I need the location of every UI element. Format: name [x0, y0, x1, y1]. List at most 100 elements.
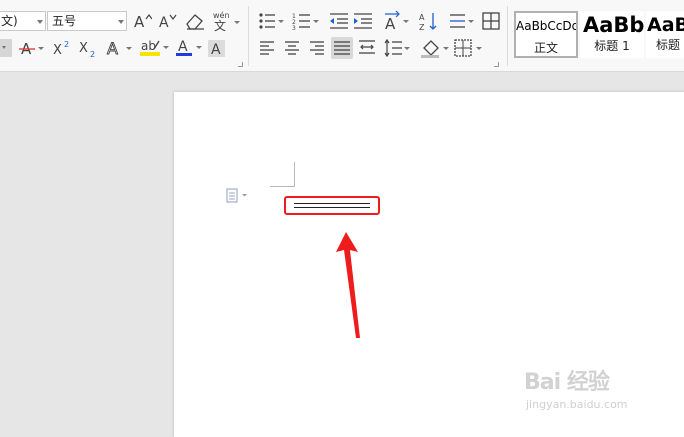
justify-button[interactable] [331, 37, 353, 59]
svg-text:A: A [107, 39, 118, 58]
svg-text:A: A [385, 15, 396, 33]
chevron-down-icon [118, 20, 124, 24]
chevron-down-icon [37, 20, 43, 24]
svg-text:X: X [53, 43, 62, 58]
paragraph-layout-icon [226, 188, 247, 203]
styles-gallery: AaBbCcDd 正文 AaBb 标题 1 AaB 标题 [513, 11, 684, 59]
chevron-down-icon [2, 46, 6, 49]
shading-button[interactable] [420, 37, 450, 59]
margin-corner-marker [270, 162, 295, 187]
clear-formatting-button[interactable] [184, 11, 206, 31]
svg-text:A: A [419, 13, 425, 22]
phonetic-guide-button[interactable]: wén 文 [212, 10, 240, 32]
bullets-button[interactable] [257, 10, 285, 32]
svg-text:X: X [79, 41, 88, 56]
font-size-value: 五号 [52, 14, 77, 28]
eraser-icon [186, 14, 204, 30]
watermark-url: jingyan.baidu.com [526, 398, 628, 411]
phonetic-guide-icon: wén文 [213, 10, 240, 32]
double-line-top [294, 203, 370, 204]
watermark-brand: Bai 经验 [524, 370, 610, 395]
font-name-dropdown[interactable] [34, 11, 46, 31]
svg-text:A: A [134, 13, 145, 31]
numbering-button[interactable]: 123 [292, 10, 320, 32]
align-justify-icon [334, 41, 350, 55]
align-right-icon [310, 41, 324, 55]
subscript-button[interactable]: X2 [78, 38, 98, 58]
align-left-button[interactable] [258, 38, 276, 58]
numbered-list-icon: 123 [292, 13, 319, 32]
style-heading-1[interactable]: AaBb 标题 1 [580, 11, 644, 58]
font-size-select[interactable]: 五号 [47, 11, 127, 31]
double-line-bottom [294, 207, 370, 208]
sort-button[interactable]: AZ [418, 10, 440, 32]
ribbon-toolbar: 文) 五号 A A wén 文 A X2 X2 A ab A A 1 2 3 A… [0, 0, 684, 72]
line-spacing-icon [450, 14, 474, 28]
strikethrough-icon: A [19, 40, 44, 58]
style-name: 正文 [533, 41, 558, 55]
indent-icon [354, 13, 372, 29]
style-normal[interactable]: AaBbCcDd 正文 [514, 11, 578, 58]
style-heading[interactable]: AaB 标题 [646, 11, 684, 58]
text-effect-button[interactable]: A [106, 38, 134, 58]
svg-text:2: 2 [64, 40, 69, 49]
font-dropdown-toggle[interactable] [0, 39, 12, 57]
subscript-icon: X2 [79, 41, 95, 58]
annotation-highlight-box [284, 196, 380, 215]
style-name: 标题 1 [594, 39, 630, 53]
highlight-color-button[interactable]: ab [140, 37, 170, 59]
borders-icon [454, 39, 482, 57]
line-spacing-icon [384, 38, 410, 58]
svg-text:A: A [178, 39, 188, 55]
align-center-icon [285, 41, 299, 55]
font-name-value: 文) [1, 14, 18, 28]
svg-text:A: A [211, 42, 221, 58]
table-grid-icon [482, 12, 500, 30]
grow-font-button[interactable]: A [132, 11, 152, 31]
divider [248, 6, 249, 66]
strikethrough-button[interactable]: A [19, 38, 45, 58]
svg-text:A: A [159, 15, 169, 31]
sort-icon: AZ [419, 13, 437, 32]
paint-bucket-icon [421, 40, 449, 58]
bullet-list-icon [259, 13, 284, 29]
grow-font-icon: A [134, 13, 152, 31]
show-hide-marks-button[interactable] [481, 10, 501, 32]
font-color-button[interactable]: A [175, 37, 203, 59]
watermark: Bai 经验 jingyan.baidu.com [520, 364, 680, 420]
character-shading-button[interactable]: A [206, 38, 228, 58]
text-effect-icon: A [107, 39, 132, 58]
shrink-font-button[interactable]: A [157, 11, 177, 31]
paragraph-dialog-launcher[interactable] [494, 62, 499, 67]
divider [507, 6, 508, 66]
svg-text:2: 2 [90, 50, 95, 58]
style-sample: AaBbCcDd [516, 19, 578, 33]
decrease-indent-button[interactable] [328, 10, 350, 32]
style-name: 标题 [656, 38, 681, 52]
font-color-icon: A [176, 39, 202, 56]
align-center-button[interactable] [283, 38, 301, 58]
increase-indent-button[interactable] [352, 10, 374, 32]
text-direction-icon: A [385, 10, 409, 33]
style-sample: AaB [647, 14, 684, 36]
align-right-button[interactable] [308, 38, 326, 58]
line-spacing-button[interactable] [383, 37, 411, 59]
svg-text:Z: Z [419, 23, 425, 32]
style-sample: AaBb [583, 13, 644, 37]
svg-text:文: 文 [214, 18, 226, 32]
superscript-button[interactable]: X2 [52, 38, 72, 58]
superscript-icon: X2 [53, 40, 69, 58]
font-dialog-launcher[interactable] [238, 62, 243, 67]
svg-text:ab: ab [141, 39, 156, 53]
distributed-icon [359, 40, 375, 54]
paragraph-layout-button[interactable] [225, 188, 247, 204]
annotation-arrow [336, 232, 360, 338]
line-spacing-adjust-button[interactable] [447, 10, 475, 32]
distributed-button[interactable] [357, 38, 377, 58]
shrink-font-icon: A [159, 14, 177, 31]
outdent-icon [330, 13, 348, 29]
text-direction-button[interactable]: A [382, 9, 410, 33]
svg-text:3: 3 [292, 25, 296, 32]
borders-button[interactable] [453, 37, 483, 59]
highlighter-icon: ab [140, 39, 169, 56]
